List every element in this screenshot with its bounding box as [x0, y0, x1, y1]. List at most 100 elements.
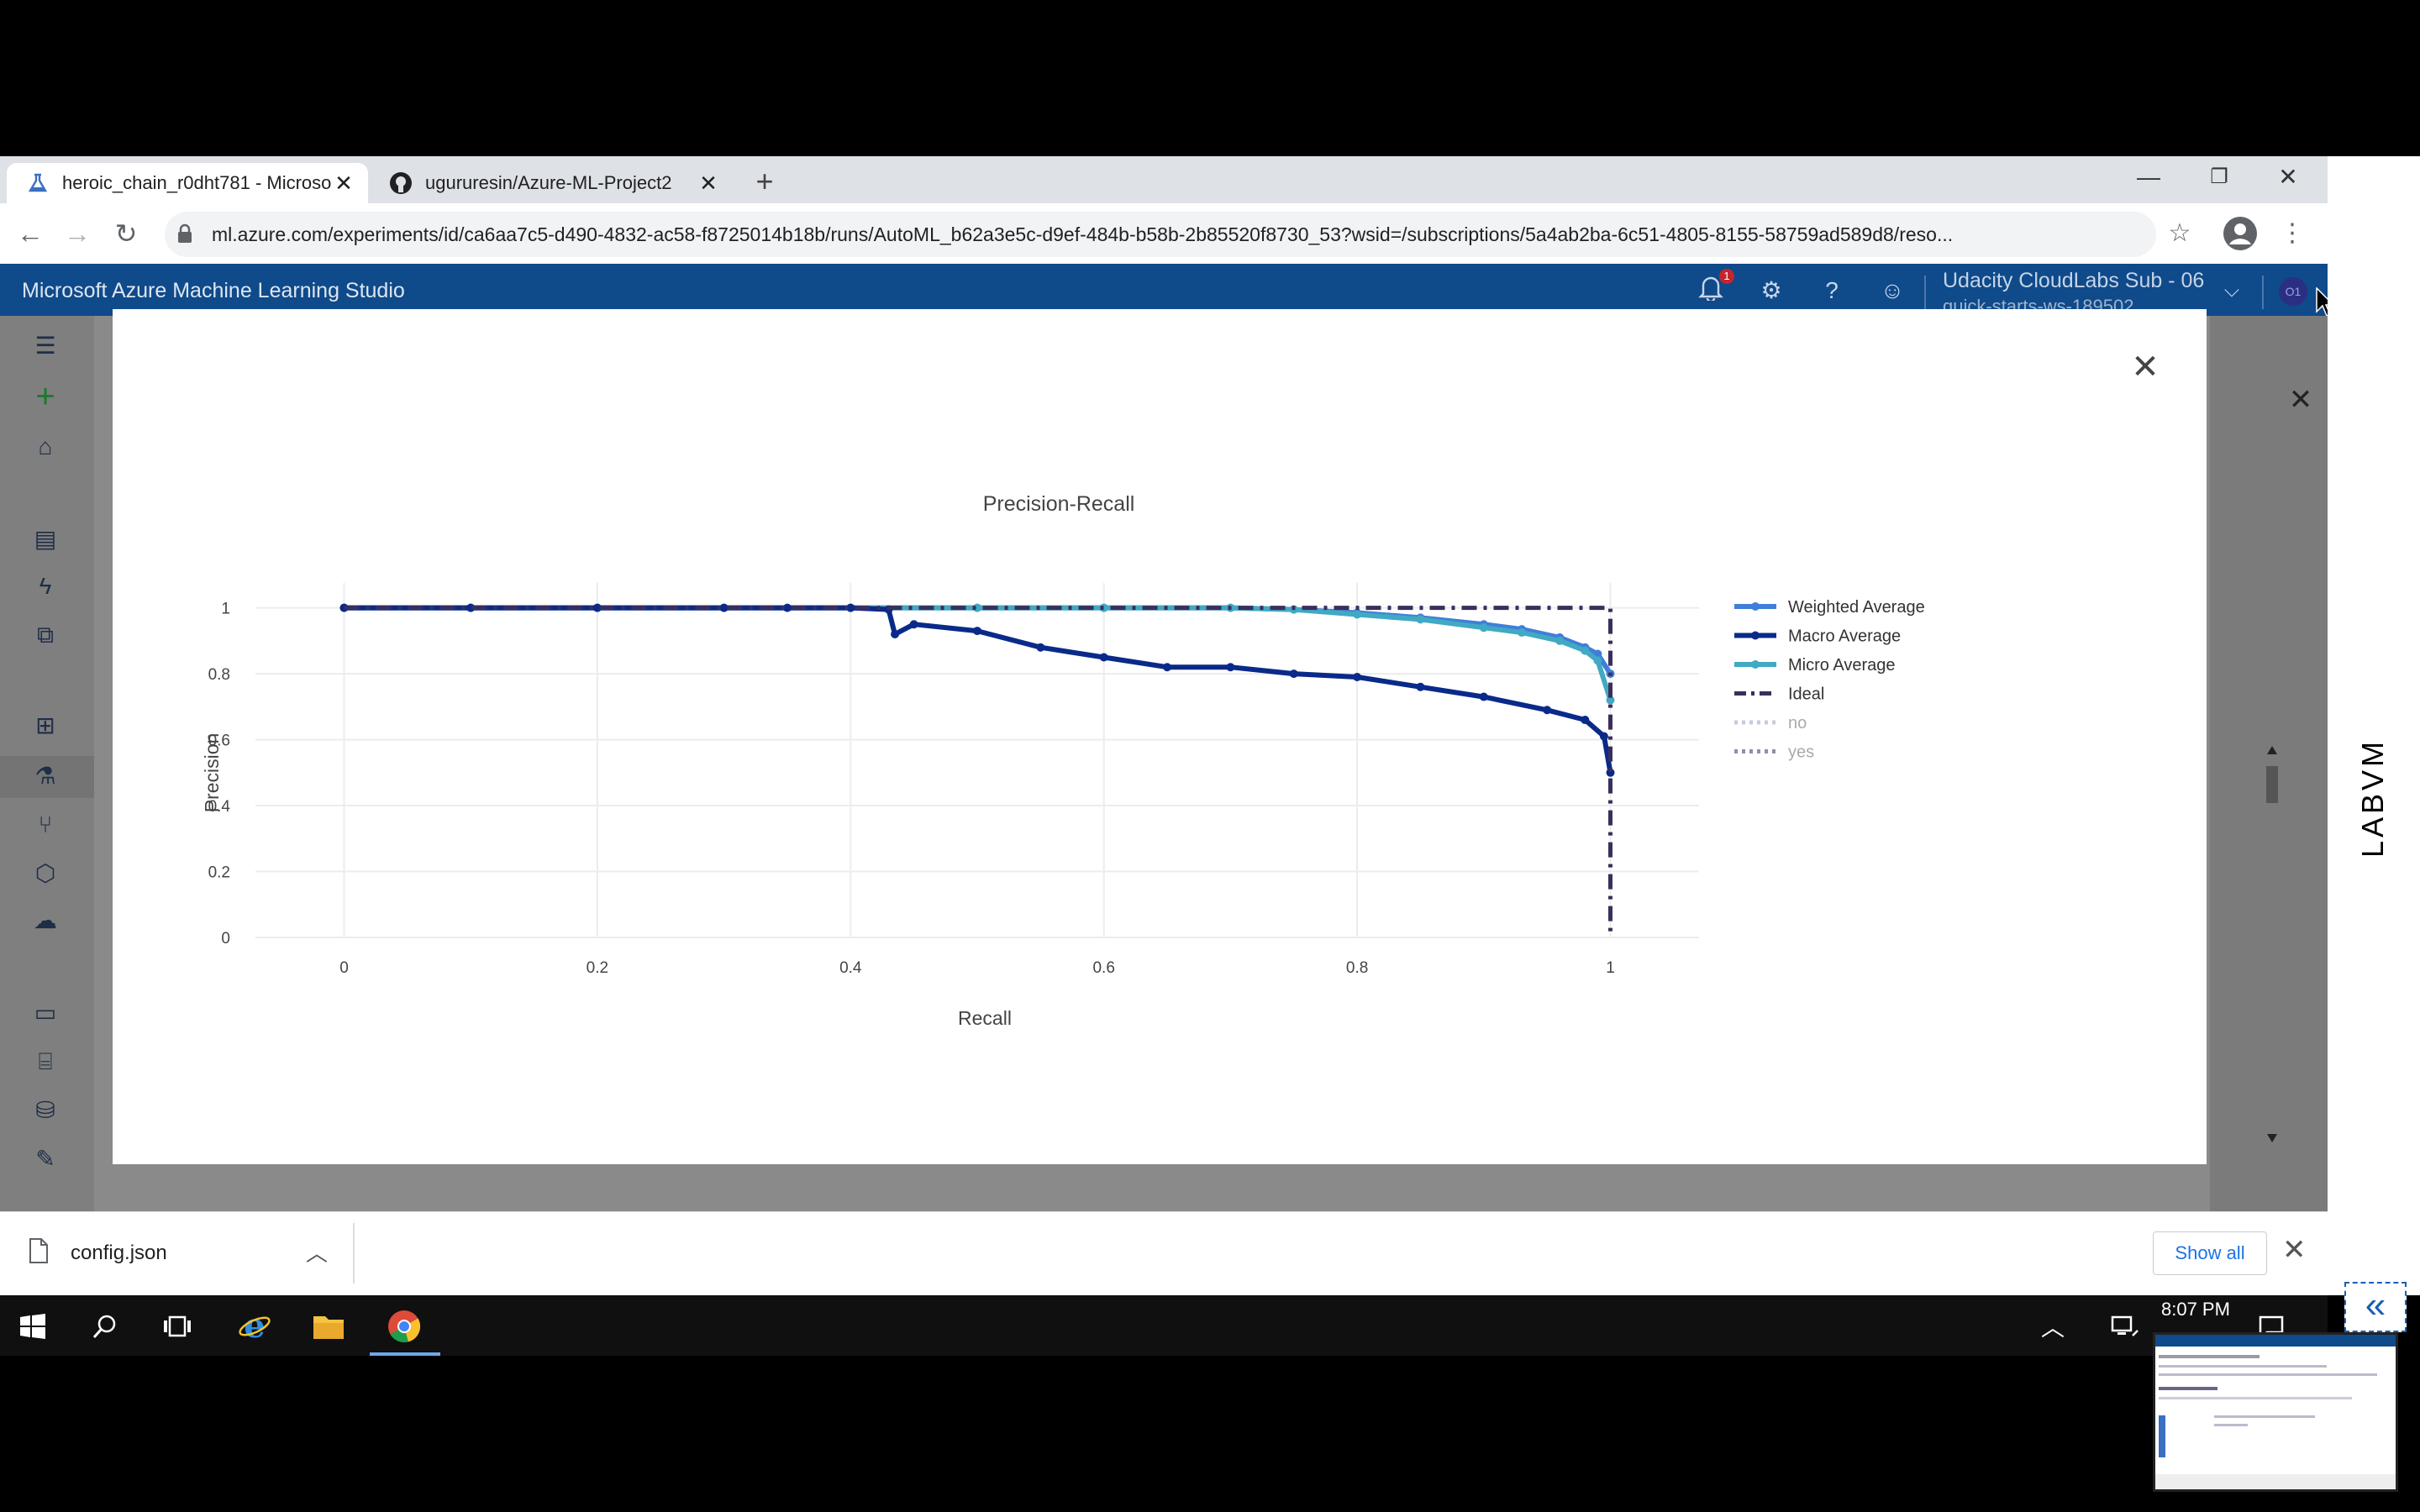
task-view-icon[interactable]	[155, 1304, 200, 1349]
labvm-label-wrap: LABVM	[2355, 738, 2390, 858]
series-line-ideal[interactable]	[344, 606, 1612, 937]
header-divider	[2262, 276, 2264, 309]
legend-marker	[1751, 602, 1760, 611]
chevron-up-icon[interactable]: ︿	[2030, 1304, 2075, 1349]
feedback-smiley-icon[interactable]: ☺	[1876, 274, 1909, 307]
profile-icon[interactable]	[2222, 215, 2259, 252]
legend-label[interactable]: Micro Average	[1788, 656, 1895, 675]
search-icon[interactable]	[82, 1304, 128, 1349]
download-bar-close-icon[interactable]: ✕	[2282, 1233, 2307, 1267]
pipelines-icon[interactable]: ⑂	[29, 808, 62, 842]
data-point[interactable]	[891, 630, 900, 639]
new-tab-button[interactable]: +	[743, 165, 786, 198]
download-bar	[0, 1211, 2328, 1296]
x-tick-label: 0.4	[839, 959, 862, 977]
datasets-icon[interactable]: ⊞	[29, 709, 62, 743]
chrome-icon[interactable]	[381, 1304, 427, 1349]
endpoints-cloud-icon[interactable]: ☁	[29, 904, 62, 937]
designer-icon[interactable]: ⧉	[29, 618, 62, 652]
data-point[interactable]	[1479, 692, 1488, 701]
forward-arrow-icon[interactable]: →	[59, 215, 96, 252]
x-axis-label: Recall	[958, 1007, 1012, 1029]
back-arrow-icon[interactable]: ←	[12, 215, 49, 252]
data-point[interactable]	[1099, 653, 1108, 662]
internet-explorer-icon[interactable]: e	[232, 1304, 277, 1349]
star-icon[interactable]: ☆	[2161, 215, 2198, 252]
windows-start-icon[interactable]	[10, 1304, 55, 1349]
vm-thumbnail-preview[interactable]	[2153, 1332, 2398, 1492]
panel-close-icon[interactable]: ✕	[2284, 383, 2317, 417]
restore-icon[interactable]: ❐	[2191, 158, 2247, 197]
data-point[interactable]	[909, 620, 918, 629]
datastores-icon[interactable]: ⛁	[29, 1094, 62, 1127]
hamburger-menu-icon[interactable]: ☰	[29, 329, 62, 363]
url-text[interactable]: ml.azure.com/experiments/id/ca6aa7c5-d49…	[212, 212, 2153, 257]
data-point[interactable]	[1599, 732, 1608, 741]
data-point[interactable]	[1353, 673, 1362, 682]
labvm-label[interactable]: LABVM	[2355, 738, 2390, 858]
automl-icon[interactable]: ϟ	[29, 570, 62, 603]
modal-close-icon[interactable]: ✕	[2126, 348, 2165, 386]
chart-legend: Weighted Average Macro Average Micro Avera…	[1734, 598, 1925, 762]
close-tab-icon[interactable]: ✕	[331, 171, 356, 197]
compute-icon[interactable]: ▭	[29, 996, 62, 1030]
data-point[interactable]	[1479, 623, 1488, 633]
taskbar-clock[interactable]: 8:07 PM	[2161, 1299, 2230, 1320]
precision-recall-chart: 0 0.2 0.4 0.6 0.8 1 0 0.2 0.4 0.6 0.8 1 Weighted A…	[201, 492, 1925, 1029]
data-point[interactable]	[1518, 628, 1527, 638]
browser-menu-icon[interactable]: ⋮	[2274, 215, 2311, 252]
header-divider	[1924, 276, 1926, 309]
environments-icon[interactable]: ⌸	[29, 1045, 62, 1079]
data-point[interactable]	[1593, 656, 1602, 665]
legend-marker	[1751, 631, 1760, 640]
window-close-icon[interactable]: ✕	[2260, 158, 2316, 197]
browser-tab-github[interactable]: ugururesin/Azure-ML-Project2 ✕	[370, 163, 733, 203]
network-icon[interactable]	[2102, 1304, 2148, 1349]
file-explorer-icon[interactable]	[306, 1304, 351, 1349]
close-tab-icon[interactable]: ✕	[696, 171, 721, 197]
download-file-name[interactable]: config.json	[71, 1242, 167, 1265]
data-point[interactable]	[1581, 646, 1590, 655]
data-point[interactable]	[1036, 643, 1045, 652]
notebook-icon[interactable]: ▤	[29, 522, 62, 556]
help-icon[interactable]: ?	[1815, 274, 1849, 307]
legend-label[interactable]: Macro Average	[1788, 627, 1901, 646]
data-point[interactable]	[1226, 663, 1235, 672]
github-icon	[388, 171, 413, 196]
plus-icon[interactable]: +	[29, 380, 62, 413]
subscription-name[interactable]: Udacity CloudLabs Sub - 06	[1943, 269, 2204, 293]
experiments-flask-icon[interactable]: ⚗	[29, 759, 62, 793]
data-point[interactable]	[719, 603, 729, 612]
home-icon[interactable]: ⌂	[29, 430, 62, 464]
data-point[interactable]	[1581, 716, 1590, 725]
data-point[interactable]	[1289, 669, 1298, 679]
models-cube-icon[interactable]: ⬡	[29, 857, 62, 890]
y-tick-label: 0.8	[208, 666, 230, 684]
minimize-icon[interactable]: —	[2121, 158, 2176, 197]
browser-tab-active[interactable]: heroic_chain_r0dht781 - Microso ✕	[7, 163, 368, 203]
legend-label[interactable]: yes	[1788, 743, 1814, 762]
gear-icon[interactable]: ⚙	[1754, 274, 1788, 307]
show-all-button[interactable]: Show all	[2153, 1231, 2267, 1275]
chevron-down-icon[interactable]: ⌵	[2215, 274, 2249, 307]
legend-label[interactable]: Ideal	[1788, 685, 1824, 704]
avatar[interactable]: O1	[2279, 277, 2307, 306]
data-point[interactable]	[1416, 682, 1425, 691]
legend-label[interactable]: no	[1788, 714, 1807, 732]
reload-icon[interactable]: ↻	[108, 215, 145, 252]
legend-label[interactable]: Weighted Average	[1788, 598, 1925, 617]
data-point[interactable]	[1416, 615, 1425, 624]
data-point[interactable]	[973, 627, 981, 636]
legend-marker	[1751, 660, 1760, 669]
x-tick-label: 0.6	[1092, 959, 1114, 977]
data-point[interactable]	[1163, 663, 1172, 672]
chevron-up-icon[interactable]: ︿	[306, 1236, 328, 1268]
data-point[interactable]	[1555, 636, 1565, 645]
data-point[interactable]	[1543, 706, 1552, 715]
data-point[interactable]	[1353, 610, 1362, 619]
x-tick-label: 0	[339, 959, 349, 977]
app-title[interactable]: Microsoft Azure Machine Learning Studio	[22, 279, 405, 303]
scrollbar[interactable]	[2264, 739, 2281, 1151]
double-chevron-left-icon[interactable]: «	[2344, 1282, 2407, 1332]
labeling-icon[interactable]: ✎	[29, 1142, 62, 1176]
